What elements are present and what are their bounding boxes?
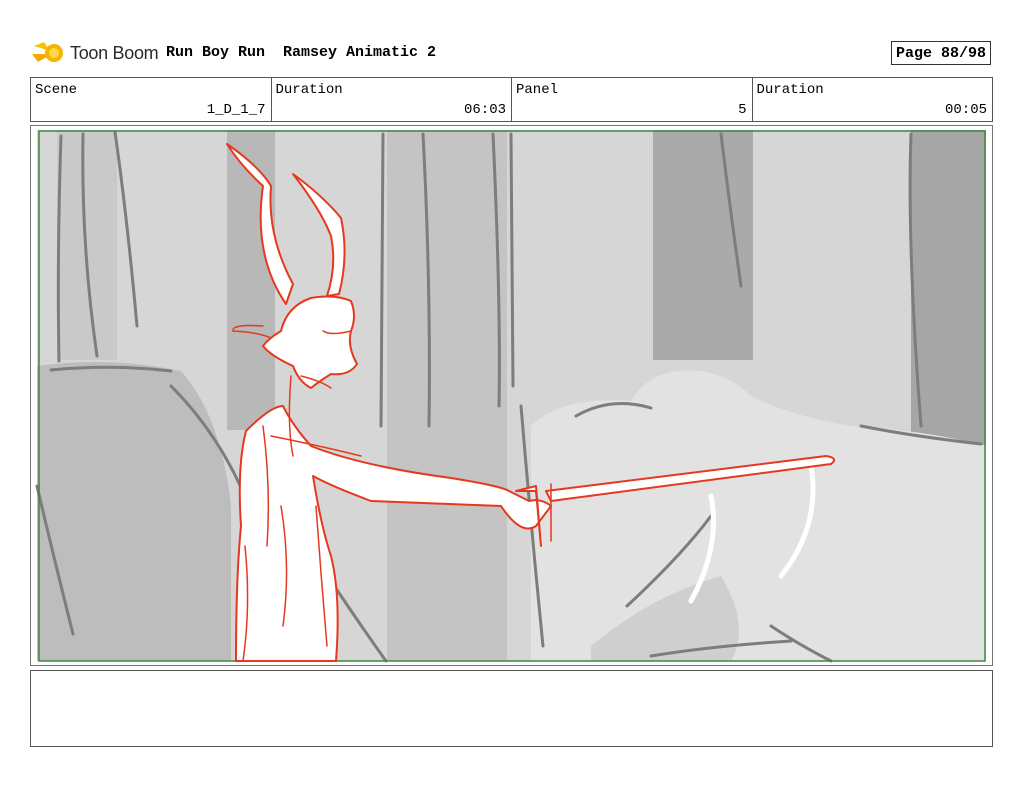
toon-boom-star-icon	[32, 42, 63, 62]
panel-drawing	[31, 126, 992, 665]
page-number: Page 88/98	[891, 41, 991, 65]
logo-text: Toon Boom	[70, 42, 159, 63]
panel-duration-value: 00:05	[944, 102, 987, 118]
toon-boom-logo: Toon Boom	[32, 36, 159, 70]
panel-cell: Panel 5	[512, 78, 753, 121]
scene-value: 1_D_1_7	[206, 102, 266, 118]
panel-duration-cell: Duration 00:05	[753, 78, 993, 121]
panel-duration-label: Duration	[756, 82, 824, 98]
project-title: Run Boy Run Ramsey Animatic 2	[166, 44, 437, 61]
scene-info-bar: Scene 1_D_1_7 Duration 06:03 Panel 5 Dur…	[30, 77, 993, 122]
notes-box	[30, 670, 993, 747]
panel-label: Panel	[516, 82, 559, 98]
scene-duration-label: Duration	[275, 82, 343, 98]
storyboard-panel	[30, 125, 993, 666]
scene-cell: Scene 1_D_1_7	[31, 78, 272, 121]
scene-duration-value: 06:03	[463, 102, 506, 118]
panel-value: 5	[738, 102, 747, 118]
scene-duration-cell: Duration 06:03	[272, 78, 512, 121]
scene-label: Scene	[35, 82, 78, 98]
